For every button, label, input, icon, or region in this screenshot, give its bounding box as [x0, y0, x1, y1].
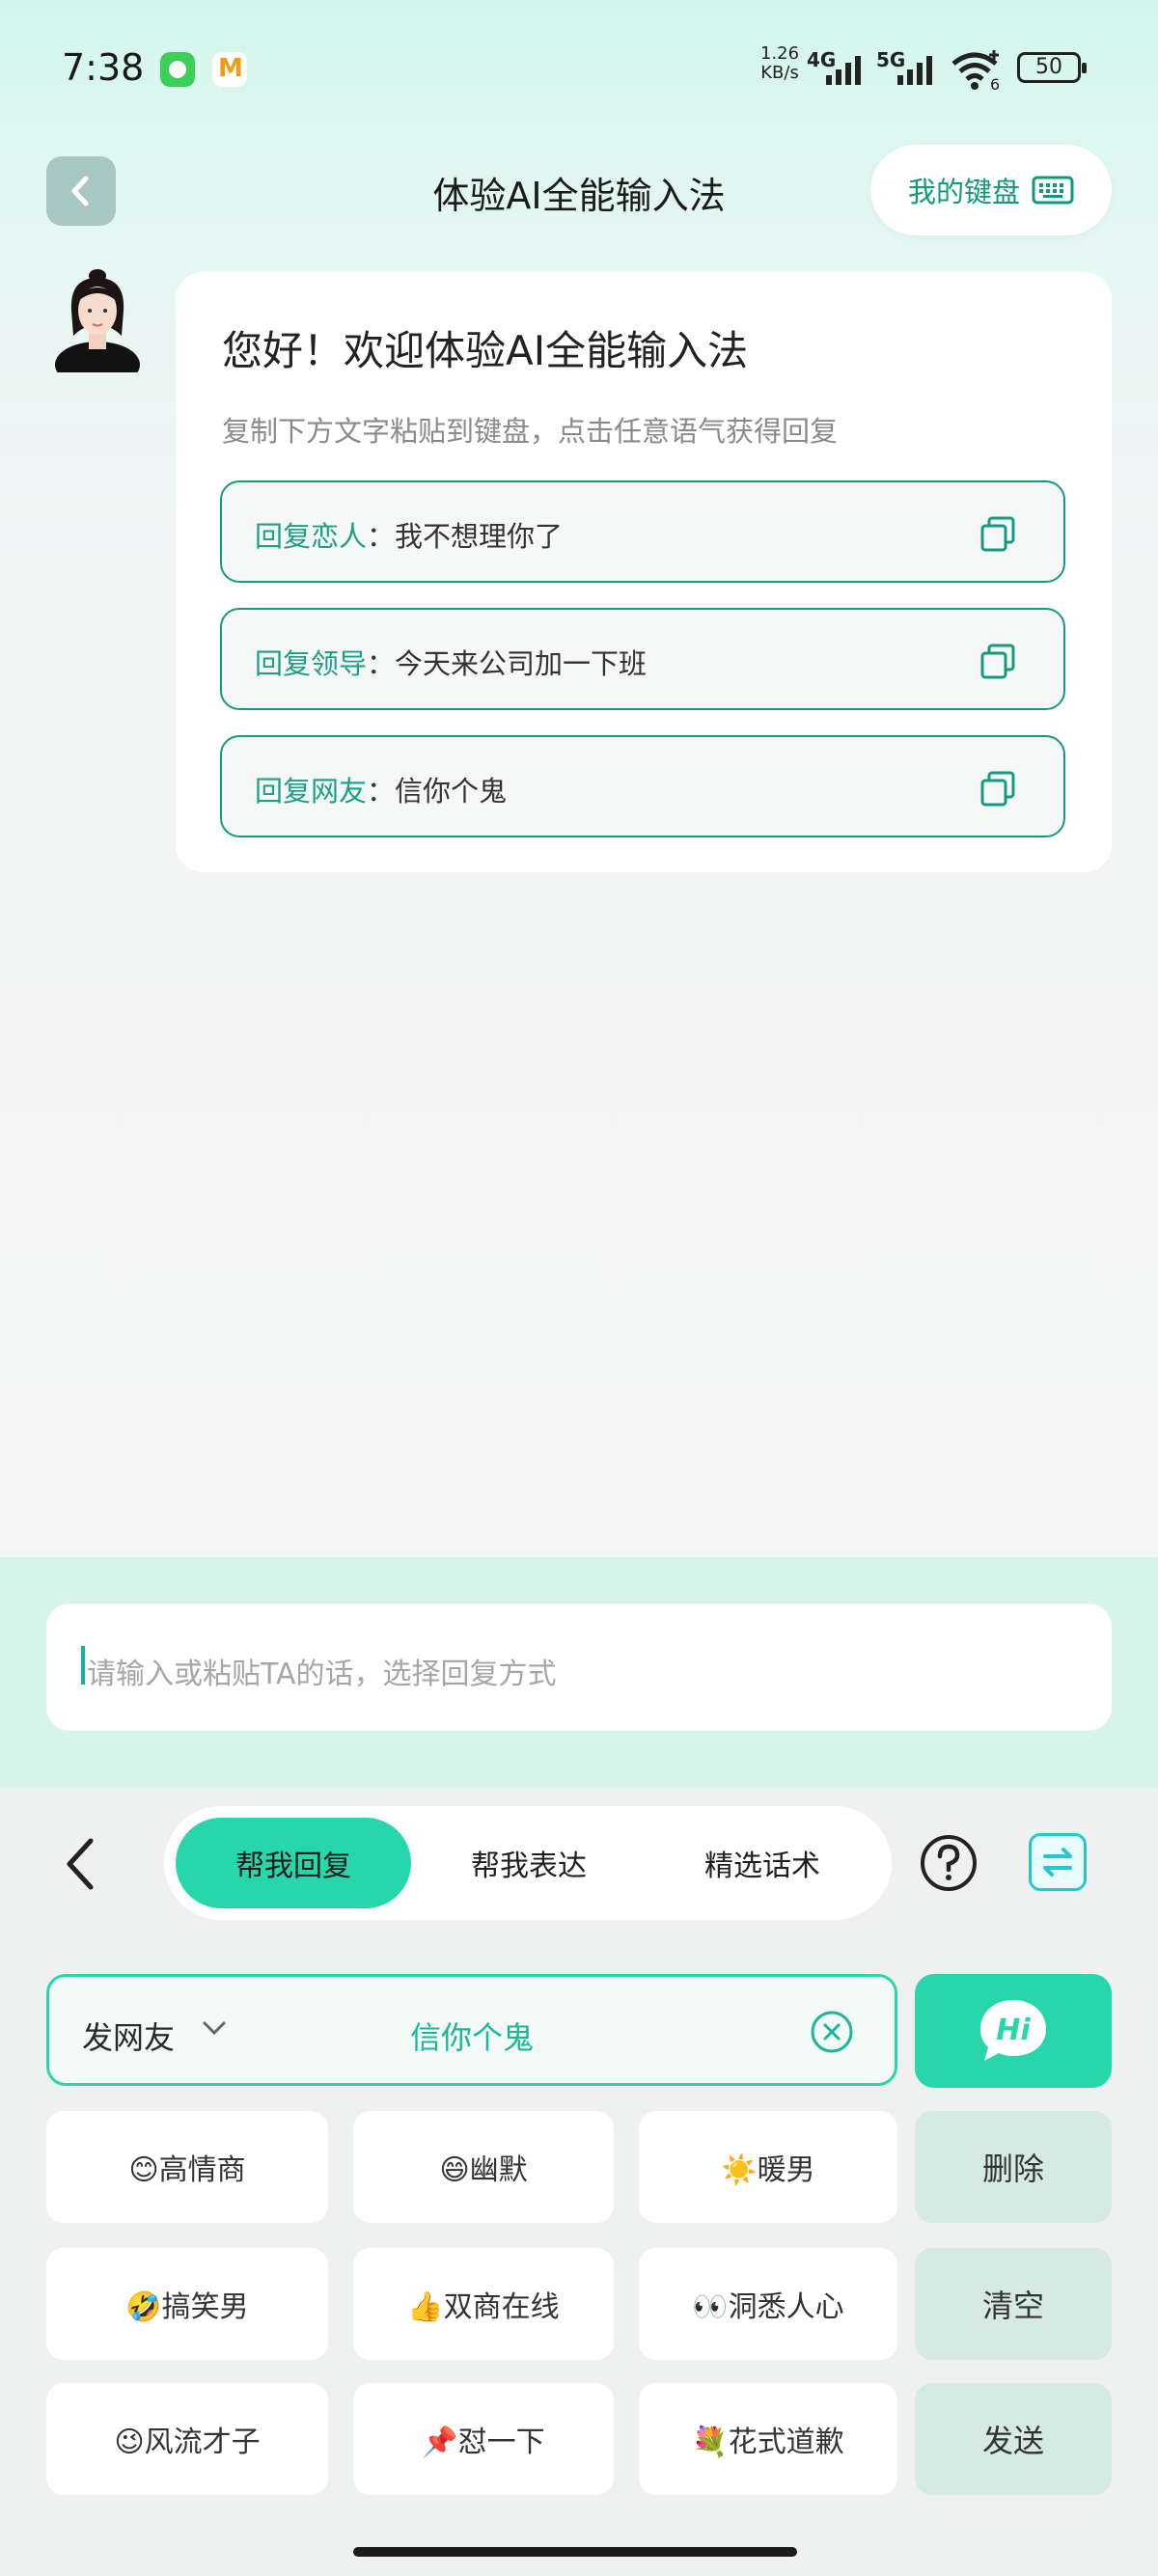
reply-target-text: 信你个鬼 — [409, 2019, 534, 2056]
keyboard-back-icon[interactable] — [62, 1835, 100, 1893]
sample-text: ：我不想理你了 — [367, 520, 564, 553]
sample-reply-netfriend[interactable]: 回复网友：信你个鬼 — [220, 735, 1065, 837]
signal-bars-icon — [826, 54, 867, 85]
tone-key[interactable]: 😊高情商 — [46, 2111, 328, 2223]
my-keyboard-label: 我的键盘 — [907, 176, 1020, 208]
sample-text: ：信你个鬼 — [367, 775, 508, 808]
sample-reply-lover[interactable]: 回复恋人：我不想理你了 — [220, 480, 1065, 583]
hi-generate-button[interactable]: Hi — [915, 1974, 1112, 2088]
copy-icon[interactable] — [979, 643, 1017, 681]
tab-selected-phrases[interactable]: 精选话术 — [645, 1818, 880, 1908]
signal-bars-icon — [897, 54, 938, 85]
wifi-number: 6 — [990, 75, 1001, 94]
delete-key[interactable]: 删除 — [915, 2111, 1112, 2223]
keyboard-mode-tabs: 帮我回复 帮我表达 精选话术 — [164, 1806, 892, 1920]
message-input-placeholder: 请输入或粘贴TA的话，选择回复方式 — [87, 1658, 557, 1691]
net-speed: 1.26 KB/s — [760, 43, 800, 83]
text-caret — [81, 1646, 85, 1685]
switch-keyboard-icon[interactable] — [1029, 1833, 1087, 1891]
welcome-title: 您好！欢迎体验AI全能输入法 — [222, 327, 749, 374]
clear-key[interactable]: 清空 — [915, 2248, 1112, 2360]
welcome-subtitle: 复制下方文字粘贴到键盘，点击任意语气获得回复 — [222, 415, 839, 448]
copy-icon[interactable] — [979, 770, 1017, 808]
sample-label: 回复恋人 — [255, 520, 368, 553]
help-icon[interactable] — [919, 1833, 979, 1893]
assistant-avatar — [52, 268, 143, 388]
svg-text:Hi: Hi — [996, 2014, 1031, 2047]
tone-key[interactable]: 📌怼一下 — [353, 2383, 614, 2495]
tone-key[interactable]: 👍双商在线 — [353, 2248, 614, 2360]
swap-arrows-icon — [1043, 1848, 1072, 1877]
reply-target-field[interactable]: 发网友 信你个鬼 — [46, 1974, 897, 2086]
tone-key[interactable]: 🤣搞笑男 — [46, 2248, 328, 2360]
my-keyboard-button[interactable]: 我的键盘 — [870, 145, 1112, 235]
tone-key[interactable]: 👀洞悉人心 — [639, 2248, 897, 2360]
sample-label: 回复领导 — [255, 647, 368, 680]
battery-icon: 50 — [1017, 52, 1087, 83]
welcome-card: 您好！欢迎体验AI全能输入法 复制下方文字粘贴到键盘，点击任意语气获得回复 回复… — [176, 272, 1112, 872]
keyboard-icon — [1032, 176, 1074, 205]
tone-key[interactable]: 😄幽默 — [353, 2111, 614, 2223]
tone-key[interactable]: 💐花式道歉 — [639, 2383, 897, 2495]
sample-text: ：今天来公司加一下班 — [367, 647, 648, 680]
home-indicator[interactable] — [353, 2547, 797, 2557]
status-time: 7:38 — [62, 46, 145, 89]
sample-reply-leader[interactable]: 回复领导：今天来公司加一下班 — [220, 608, 1065, 710]
tab-help-express[interactable]: 帮我表达 — [411, 1818, 647, 1908]
status-bar: 7:38 M 1.26 KB/s 4G 5G 6 50 — [0, 0, 1158, 135]
clear-circle-icon[interactable] — [810, 2010, 854, 2054]
tone-key[interactable]: ☀️暖男 — [639, 2111, 897, 2223]
sample-label: 回复网友 — [255, 775, 368, 808]
tab-help-reply[interactable]: 帮我回复 — [176, 1818, 411, 1908]
tone-key[interactable]: 😉风流才子 — [46, 2383, 328, 2495]
app-notification-icon: M — [212, 52, 247, 87]
message-app-icon — [160, 52, 195, 87]
copy-icon[interactable] — [979, 515, 1017, 554]
hi-chat-icon: Hi — [980, 2000, 1046, 2061]
send-key[interactable]: 发送 — [915, 2383, 1112, 2495]
